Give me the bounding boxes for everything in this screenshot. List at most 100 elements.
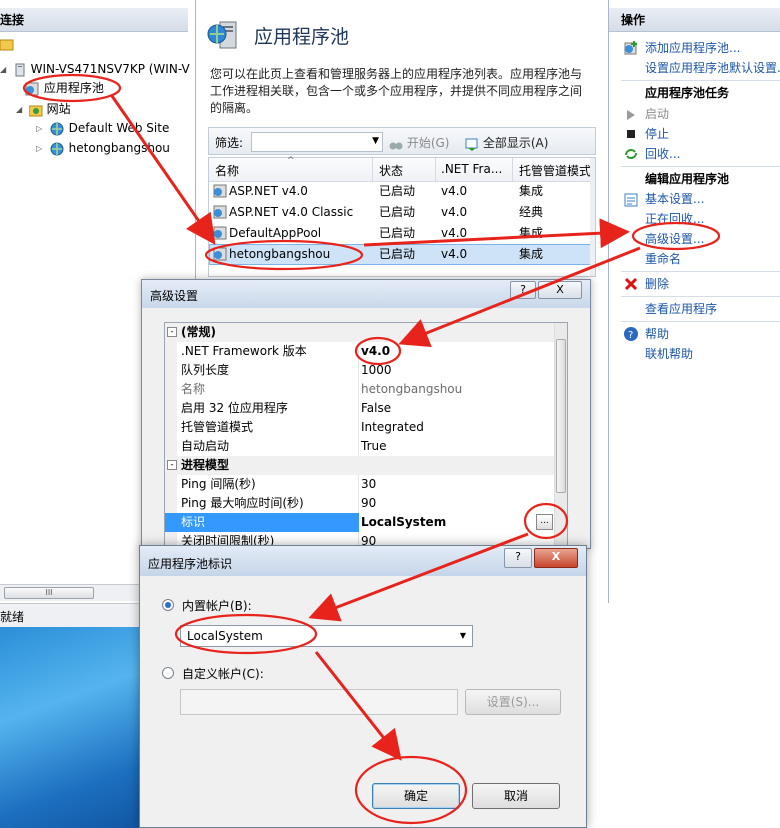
table-row-selected[interactable]: hetongbangshou 已启动 v4.0 集成 bbox=[209, 244, 595, 265]
globe-icon bbox=[50, 142, 64, 155]
stop-icon bbox=[627, 130, 635, 138]
app-pool-icon bbox=[25, 82, 39, 95]
column-header-net[interactable]: .NET Fra... bbox=[441, 162, 513, 176]
property-row[interactable]: 托管管道模式 Integrated bbox=[165, 418, 555, 437]
rename-link[interactable]: 重命名 bbox=[645, 250, 681, 268]
builtin-account-select[interactable]: LocalSystem ▼ bbox=[180, 625, 473, 647]
cell-net: v4.0 bbox=[441, 247, 468, 261]
basic-settings-icon bbox=[624, 193, 638, 207]
actions-header: 操作 bbox=[609, 8, 780, 32]
property-row-identity[interactable]: 标识 LocalSystem bbox=[165, 513, 555, 532]
pool-tasks-header: 应用程序池任务 bbox=[645, 86, 730, 100]
stop-link[interactable]: 停止 bbox=[645, 125, 669, 143]
help-button[interactable]: ? bbox=[510, 281, 536, 299]
collapse-icon[interactable]: ◢ bbox=[16, 101, 25, 119]
builtin-account-value: LocalSystem bbox=[187, 629, 263, 643]
close-button[interactable]: X bbox=[538, 281, 582, 299]
set-pool-defaults-link[interactable]: 设置应用程序池默认设置... bbox=[645, 59, 780, 77]
recycling-link[interactable]: 正在回收... bbox=[645, 210, 704, 228]
delete-link[interactable]: 删除 bbox=[645, 275, 669, 293]
online-help-link[interactable]: 联机帮助 bbox=[645, 345, 693, 363]
recycle-link[interactable]: 回收... bbox=[645, 145, 680, 163]
dropdown-arrow-icon[interactable]: ▼ bbox=[460, 631, 466, 640]
view-applications-link[interactable]: 查看应用程序 bbox=[645, 300, 717, 318]
scroll-thumb[interactable] bbox=[556, 339, 566, 493]
cell-mode: 集成 bbox=[519, 226, 544, 240]
show-all-button[interactable]: 全部显示(A) bbox=[465, 134, 548, 151]
tree-item-server[interactable]: ◢ WIN-VS471NSV7KP (WIN-V bbox=[0, 60, 190, 78]
custom-account-label: 自定义帐户(C): bbox=[182, 667, 264, 681]
app-pool-icon bbox=[213, 247, 227, 261]
cell-net: v4.0 bbox=[441, 205, 468, 219]
sort-ascending-icon: ^ bbox=[287, 156, 295, 166]
scroll-thumb[interactable]: III bbox=[4, 587, 94, 599]
svg-text:?: ? bbox=[628, 330, 633, 341]
ok-button[interactable]: 确定 bbox=[372, 783, 460, 809]
property-row[interactable]: 名称 hetongbangshou bbox=[165, 380, 555, 399]
app-pool-icon bbox=[213, 205, 227, 219]
help-button[interactable]: ? bbox=[504, 548, 532, 568]
table-row[interactable]: DefaultAppPool 已启动 v4.0 集成 bbox=[209, 223, 595, 244]
help-link[interactable]: 帮助 bbox=[645, 325, 669, 343]
advanced-settings-dialog: 高级设置 ? X - (常规) .NET Framework 版本 v4.0 队列… bbox=[141, 279, 591, 551]
show-all-label: 全部显示(A) bbox=[482, 136, 549, 150]
cell-status: 已启动 bbox=[379, 184, 416, 198]
dialog-titlebar[interactable]: 高级设置 ? X bbox=[142, 280, 590, 308]
cancel-button[interactable]: 取消 bbox=[472, 783, 560, 809]
tree-item-sites[interactable]: ◢ 网站 bbox=[16, 100, 71, 118]
cell-name: ASP.NET v4.0 bbox=[229, 184, 308, 198]
close-button[interactable]: X bbox=[534, 548, 578, 568]
dropdown-arrow-icon[interactable]: ▼ bbox=[372, 136, 379, 146]
category-general[interactable]: - (常规) bbox=[165, 323, 555, 342]
show-all-icon bbox=[465, 138, 478, 151]
property-row[interactable]: Ping 最大响应时间(秒) 90 bbox=[165, 494, 555, 513]
status-text: 就绪 bbox=[0, 610, 25, 624]
custom-account-field bbox=[180, 689, 458, 715]
property-row[interactable]: 自动启动 True bbox=[165, 437, 555, 456]
collapse-box-icon[interactable]: - bbox=[167, 460, 177, 470]
tree-item-app-pools[interactable]: 应用程序池 bbox=[24, 79, 104, 97]
table-row[interactable]: ASP.NET v4.0 已启动 v4.0 集成 bbox=[209, 181, 595, 202]
basic-settings-link[interactable]: 基本设置... bbox=[645, 190, 704, 208]
features-pane: 应用程序池 您可以在此页上查看和管理服务器上的应用程序池列表。应用程序池与工作进… bbox=[196, 0, 608, 280]
expand-icon[interactable]: ▷ bbox=[36, 120, 45, 138]
app-pools-label: 应用程序池 bbox=[43, 81, 104, 95]
start-icon bbox=[627, 110, 635, 120]
start-link[interactable]: 启动 bbox=[645, 105, 669, 123]
help-icon: ? bbox=[624, 327, 638, 341]
category-process-model[interactable]: - 进程模型 bbox=[165, 456, 555, 475]
folder-icon[interactable] bbox=[0, 37, 14, 51]
property-grid-scrollbar[interactable] bbox=[554, 323, 567, 547]
set-credentials-button[interactable]: 设置(S)... bbox=[465, 689, 561, 715]
filter-input[interactable]: ▼ bbox=[251, 132, 383, 152]
cell-status: 已启动 bbox=[379, 247, 416, 261]
collapse-box-icon[interactable]: - bbox=[167, 327, 177, 337]
builtin-account-radio[interactable] bbox=[162, 599, 174, 611]
app-pool-identity-dialog: 应用程序池标识 ? X 内置帐户(B): LocalSystem ▼ 自定义帐户… bbox=[139, 545, 587, 828]
property-row[interactable]: Ping 间隔(秒) 30 bbox=[165, 475, 555, 494]
default-site-label: Default Web Site bbox=[68, 121, 170, 135]
column-header-mode[interactable]: 托管管道模式 bbox=[519, 162, 597, 179]
start-filter-button[interactable]: 开始(G) bbox=[389, 134, 450, 151]
identity-ellipsis-button[interactable]: ... bbox=[536, 514, 553, 530]
add-app-pool-link[interactable]: 添加应用程序池... bbox=[645, 39, 740, 57]
dialog-title: 应用程序池标识 bbox=[148, 557, 233, 571]
hetong-site-label: hetongbangshou bbox=[68, 141, 170, 155]
page-title: 应用程序池 bbox=[254, 26, 350, 48]
connections-toolbar[interactable] bbox=[0, 36, 20, 54]
column-header-status[interactable]: 状态 bbox=[379, 162, 429, 179]
filter-toolbar: 筛选: ▼ 开始(G) 全部显示(A) bbox=[208, 127, 596, 155]
property-row[interactable]: 队列长度 1000 bbox=[165, 361, 555, 380]
custom-account-radio[interactable] bbox=[162, 667, 174, 679]
expand-icon[interactable]: ▷ bbox=[36, 140, 45, 158]
property-row[interactable]: .NET Framework 版本 v4.0 bbox=[165, 342, 555, 361]
tree-item-default-site[interactable]: ▷ Default Web Site bbox=[36, 119, 169, 137]
table-row[interactable]: ASP.NET v4.0 Classic 已启动 v4.0 经典 bbox=[209, 202, 595, 223]
table-scrollbar[interactable] bbox=[590, 158, 595, 276]
property-row[interactable]: 启用 32 位应用程序 False bbox=[165, 399, 555, 418]
server-icon bbox=[15, 63, 25, 76]
tree-item-hetong-site[interactable]: ▷ hetongbangshou bbox=[36, 139, 170, 157]
dialog-titlebar[interactable]: 应用程序池标识 ? X bbox=[140, 546, 586, 576]
advanced-settings-link[interactable]: 高级设置... bbox=[645, 230, 704, 248]
collapse-icon[interactable]: ◢ bbox=[0, 61, 9, 79]
